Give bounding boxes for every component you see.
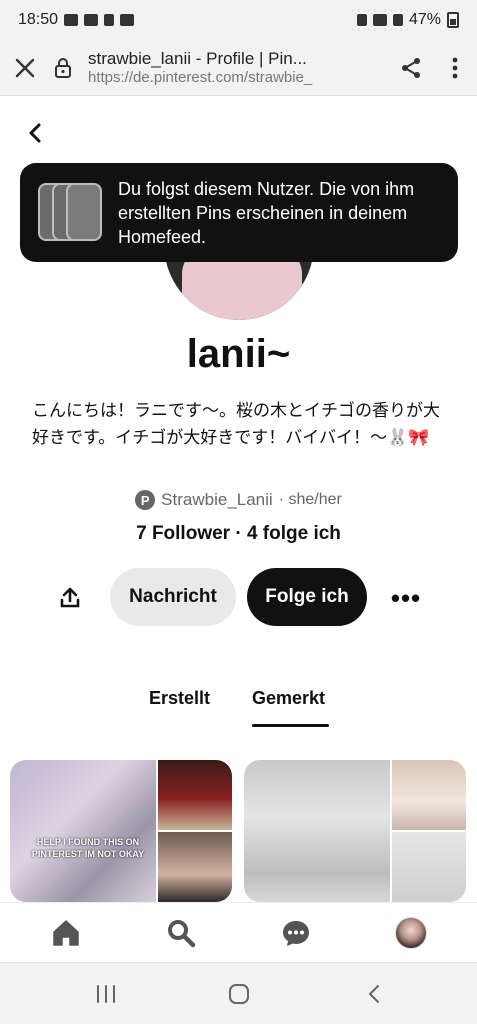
nav-profile[interactable] (393, 915, 429, 951)
action-row: Nachricht Folge ich ••• (0, 568, 477, 628)
nav-home[interactable] (48, 915, 84, 951)
share-profile-button[interactable] (52, 580, 88, 616)
status-right: 47% (356, 11, 459, 29)
board-cover-image: HELP I FOUND THIS ON PINTEREST IM NOT OK… (10, 760, 156, 902)
url-field[interactable]: strawbie_lanii - Profile | Pin... https:… (76, 49, 389, 86)
share-icon[interactable] (389, 40, 433, 96)
chat-icon (283, 921, 309, 946)
more-options-button[interactable]: ••• (386, 580, 426, 616)
board-thumb-image (392, 760, 466, 830)
system-back-icon (369, 985, 379, 1003)
alarm-icon (356, 14, 367, 26)
profile-stats[interactable]: 7 Follower · 4 folge ich (0, 523, 477, 545)
browser-bar: strawbie_lanii - Profile | Pin... https:… (0, 40, 477, 96)
system-home-button[interactable] (219, 979, 259, 1009)
home-icon (53, 920, 79, 946)
status-time: 18:50 (18, 11, 59, 28)
battery-icon (447, 12, 459, 28)
signal-icon (392, 14, 403, 26)
board-cover-image (244, 760, 390, 902)
board-thumb-image (158, 760, 232, 830)
lock-icon (50, 40, 76, 96)
profile-bio: こんにちは！ラニです〜。桜の木とイチゴの香りが大好きです。イチゴが大好きです！バ… (32, 401, 440, 448)
system-back-button[interactable] (354, 979, 394, 1009)
pins-stack-icon (38, 182, 102, 243)
profile-name: lanii~ (186, 332, 291, 376)
upload-icon (60, 587, 80, 608)
youtube-icon (64, 14, 79, 26)
profile-pronouns: · she/her (278, 491, 342, 508)
handle-row: P Strawbie_Lanii · she/her (0, 490, 477, 510)
system-home-icon (229, 984, 249, 1004)
board-image-caption: HELP I FOUND THIS ON PINTEREST IM NOT OK… (31, 837, 145, 859)
recent-apps-button[interactable] (86, 979, 126, 1009)
profile-handle[interactable]: Strawbie_Lanii (161, 490, 273, 510)
pinterest-logo-icon: P (135, 490, 156, 510)
board-card[interactable]: HELP I FOUND THIS ON PINTEREST IM NOT OK… (10, 760, 232, 902)
following-button[interactable]: Folge ich (247, 568, 367, 626)
page-url: https://de.pinterest.com/strawbie_ (88, 68, 313, 86)
battery-percent: 47% (408, 11, 441, 28)
board-thumb-image (392, 832, 466, 902)
more-vertical-icon[interactable] (433, 40, 477, 96)
nav-search[interactable] (163, 915, 199, 951)
back-button[interactable] (20, 118, 50, 148)
profile-tabs: Erstellt Gemerkt (0, 688, 477, 732)
toast-message: Du folgst diesem Nutzer. Die von ihm ers… (118, 178, 415, 247)
search-icon (168, 920, 196, 948)
download-icon (104, 14, 115, 26)
status-bar: 18:50 47% (0, 0, 477, 40)
recent-apps-icon (97, 985, 115, 1003)
user-avatar (395, 917, 427, 949)
bottom-nav (0, 902, 477, 962)
follow-toast: Du folgst diesem Nutzer. Die von ihm ers… (20, 163, 458, 262)
wifi-icon (372, 14, 387, 26)
page-title: strawbie_lanii - Profile | Pin... (88, 49, 307, 69)
app-icon (84, 14, 99, 26)
gallery-icon (120, 14, 135, 26)
tab-active-indicator (252, 724, 329, 727)
tab-gemerkt[interactable]: Gemerkt (252, 688, 325, 709)
tab-erstellt[interactable]: Erstellt (149, 688, 210, 709)
chevron-left-icon (29, 123, 41, 143)
system-nav-bar (0, 962, 477, 1024)
status-left: 18:50 (18, 11, 135, 29)
nav-messages[interactable] (278, 915, 314, 951)
message-button[interactable]: Nachricht (110, 568, 236, 626)
board-card[interactable] (244, 760, 466, 902)
board-thumb-image (158, 832, 232, 902)
close-icon[interactable] (0, 40, 50, 96)
